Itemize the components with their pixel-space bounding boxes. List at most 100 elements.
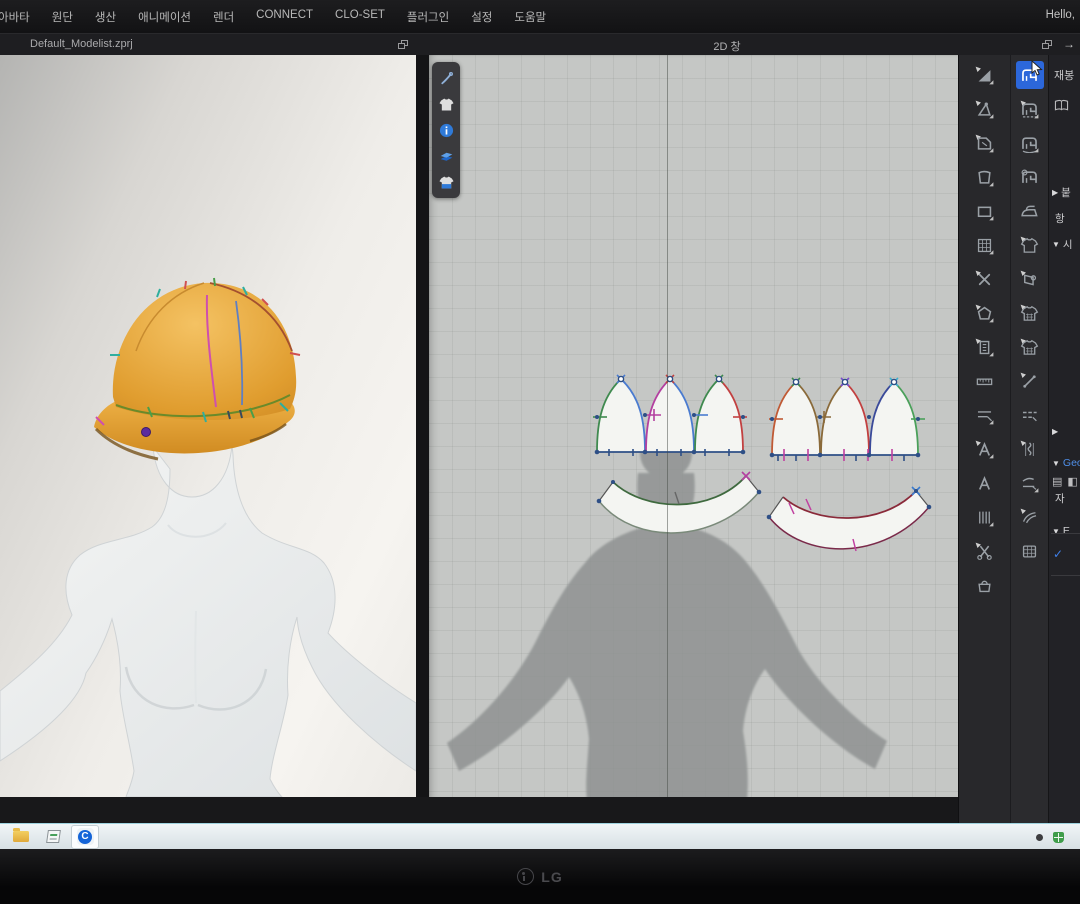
- panel-tree-item[interactable]: ▼Geo: [1052, 457, 1080, 469]
- solidify-icon[interactable]: [1016, 231, 1044, 259]
- enabled-checkmark-icon[interactable]: ✓: [1053, 547, 1063, 561]
- panel-tree-item[interactable]: ▼E: [1052, 525, 1070, 537]
- account-greeting[interactable]: Hello,: [1046, 9, 1075, 21]
- add-point-icon[interactable]: [971, 163, 999, 191]
- menu-item[interactable]: 도움말: [503, 9, 557, 25]
- security-shield-icon[interactable]: [1053, 832, 1064, 843]
- panel-tree-item[interactable]: ▼시: [1052, 237, 1073, 252]
- tree-expand-icon[interactable]: ▶: [1052, 427, 1058, 436]
- menu-items: 아바타원단생산애니메이션렌더CONNECTCLO-SET플러그인설정도움말: [0, 9, 557, 25]
- status-dot-icon[interactable]: [1036, 834, 1043, 841]
- tree-expand-icon[interactable]: ▶: [1052, 188, 1058, 197]
- document-tab[interactable]: Default_Modelist.zprj: [30, 38, 133, 50]
- menu-item[interactable]: 설정: [460, 9, 503, 25]
- menu-item[interactable]: CONNECT: [245, 9, 324, 25]
- pattern-color-icon[interactable]: [1016, 333, 1044, 361]
- panel-tree-item[interactable]: ▶붙: [1052, 185, 1071, 200]
- tree-expand-icon[interactable]: ▼: [1052, 240, 1060, 249]
- tree-expand-icon[interactable]: ▼: [1052, 527, 1060, 536]
- edit-pattern-icon[interactable]: [971, 95, 999, 123]
- show-fabric-icon[interactable]: [434, 145, 458, 167]
- clo3d-app-icon[interactable]: C: [72, 826, 98, 848]
- segment-sewing-icon[interactable]: [1016, 95, 1044, 123]
- grid-centerline: [667, 55, 668, 800]
- menu-item[interactable]: 원단: [41, 9, 84, 25]
- basting-icon[interactable]: [1016, 367, 1044, 395]
- list-view-icon: ▤: [1052, 475, 1062, 488]
- menu-item[interactable]: 플러그인: [396, 9, 460, 25]
- seam-taping-icon[interactable]: [1016, 469, 1044, 497]
- monitor-bezel: LG: [0, 849, 1080, 904]
- panel-list-icons[interactable]: ▤◧: [1052, 475, 1078, 488]
- zipper-tool-icon[interactable]: [1016, 435, 1044, 463]
- panel-2d-title: 2D 창: [694, 38, 760, 54]
- polygon-pattern-icon[interactable]: [971, 197, 999, 225]
- rectangle-pattern-icon[interactable]: [971, 231, 999, 259]
- os-taskbar: C: [0, 823, 1080, 849]
- fabric-roll-icon[interactable]: [1016, 265, 1044, 293]
- panel-tree-item[interactable]: 항: [1052, 211, 1065, 226]
- panel-tree-item[interactable]: ▶: [1052, 427, 1061, 436]
- texture-edit-icon[interactable]: [1016, 299, 1044, 327]
- dart-tool-icon[interactable]: [971, 265, 999, 293]
- panel-tree-item[interactable]: 자: [1052, 491, 1065, 506]
- show-garment-icon[interactable]: [434, 93, 458, 115]
- menu-item[interactable]: 생산: [84, 9, 127, 25]
- pattern-canvas: [429, 55, 958, 800]
- menu-item[interactable]: CLO-SET: [324, 9, 396, 25]
- steam-iron-icon[interactable]: [1016, 197, 1044, 225]
- pin-point[interactable]: [142, 428, 151, 437]
- puckering-icon[interactable]: [1016, 503, 1044, 531]
- lg-logo-icon: [517, 868, 534, 885]
- transform-pattern-icon[interactable]: [971, 61, 999, 89]
- quilting-icon[interactable]: [1016, 537, 1044, 565]
- monitor-photo: 아바타원단생산애니메이션렌더CONNECTCLO-SET플러그인설정도움말 He…: [0, 0, 1080, 904]
- system-tray: [1036, 824, 1064, 849]
- free-sewing-icon[interactable]: [1016, 129, 1044, 157]
- hat-3d[interactable]: [94, 278, 300, 459]
- file-explorer-icon[interactable]: [8, 826, 34, 848]
- tab-bar: Default_Modelist.zprj 2D 창 →: [0, 33, 1080, 55]
- annotation-icon[interactable]: [971, 469, 999, 497]
- pattern-group-right[interactable]: [767, 378, 932, 551]
- menu-item[interactable]: 애니메이션: [127, 9, 202, 25]
- menu-item[interactable]: 아바타: [0, 9, 41, 25]
- toolbar-2d-floating: [432, 62, 460, 198]
- float-window-icon[interactable]: [1042, 40, 1053, 49]
- sewing-panel: 재봉 ▶붙항▼시▶▼Geo자▼E ▤◧ ✓: [1048, 55, 1080, 823]
- menu-bar: 아바타원단생산애니메이션렌더CONNECTCLO-SET플러그인설정도움말 He…: [0, 0, 1080, 33]
- toolbar-pattern-tools: [958, 55, 1010, 823]
- panel-header: 재봉: [1054, 67, 1074, 83]
- detect-sewing-icon[interactable]: [1016, 163, 1044, 191]
- internal-polygon-icon[interactable]: [971, 299, 999, 327]
- notebook-icon[interactable]: [40, 826, 66, 848]
- window-bottom-strip: [0, 797, 1080, 823]
- fabric-book-icon[interactable]: [1054, 99, 1069, 112]
- pattern-info-icon[interactable]: [434, 119, 458, 141]
- compare-length-icon[interactable]: [971, 401, 999, 429]
- float-window-icon[interactable]: [398, 40, 409, 49]
- edit-curvature-icon[interactable]: [971, 129, 999, 157]
- mouse-cursor: [1031, 60, 1044, 77]
- avatar-body[interactable]: [0, 445, 416, 797]
- viewport-2d[interactable]: [429, 55, 958, 800]
- cut-sew-tool-icon[interactable]: [971, 537, 999, 565]
- tack-remove-icon[interactable]: [1016, 401, 1044, 429]
- pleats-tool-icon[interactable]: [971, 503, 999, 531]
- lg-brand-text: LG: [541, 869, 562, 885]
- tree-expand-icon[interactable]: ▼: [1052, 459, 1060, 468]
- needle-tool-icon[interactable]: [434, 67, 458, 89]
- seam-allowance-icon[interactable]: [971, 367, 999, 395]
- menu-item[interactable]: 렌더: [202, 9, 245, 25]
- pattern-annotation-icon[interactable]: [971, 435, 999, 463]
- expand-arrow-icon[interactable]: →: [1063, 37, 1075, 51]
- viewport-divider[interactable]: [416, 55, 429, 823]
- app-window: 아바타원단생산애니메이션렌더CONNECTCLO-SET플러그인설정도움말 He…: [0, 0, 1080, 849]
- swatch-icon: ◧: [1067, 475, 1077, 488]
- grading-tool-icon[interactable]: [971, 571, 999, 599]
- viewport-3d[interactable]: [0, 55, 416, 797]
- toolbar-sewing-tools: [1010, 55, 1048, 823]
- trace-tool-icon[interactable]: [971, 333, 999, 361]
- garment-fit-icon[interactable]: [434, 171, 458, 193]
- avatar-3d-canvas: [0, 55, 416, 797]
